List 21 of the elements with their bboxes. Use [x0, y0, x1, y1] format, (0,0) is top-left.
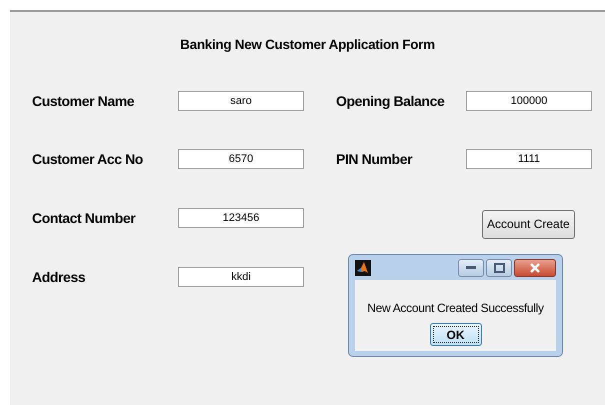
- close-icon: [529, 262, 541, 272]
- ok-button[interactable]: OK: [430, 323, 482, 346]
- input-field[interactable]: saro: [178, 91, 304, 111]
- field-label: Address: [32, 269, 86, 285]
- dialog-message: New Account Created Successfully: [367, 301, 544, 315]
- input-field[interactable]: 100000: [466, 91, 592, 111]
- field-label: Customer Acc No: [32, 151, 144, 167]
- maximize-button[interactable]: [486, 258, 512, 276]
- app-icon: [355, 260, 371, 276]
- input-field[interactable]: 6570: [178, 149, 304, 169]
- input-field[interactable]: kkdi: [178, 267, 304, 287]
- field-label: PIN Number: [336, 151, 414, 167]
- field-label: Customer Name: [32, 93, 136, 109]
- close-button[interactable]: [514, 258, 556, 276]
- account-create-button[interactable]: Account Create: [482, 210, 575, 238]
- minimize-button[interactable]: [458, 258, 484, 276]
- field-label: Opening Balance: [336, 93, 446, 109]
- input-field[interactable]: 1111: [466, 149, 592, 169]
- form-title: Banking New Customer Application Form: [179, 36, 436, 52]
- input-field[interactable]: 123456: [178, 208, 304, 228]
- field-label: Contact Number: [32, 210, 136, 226]
